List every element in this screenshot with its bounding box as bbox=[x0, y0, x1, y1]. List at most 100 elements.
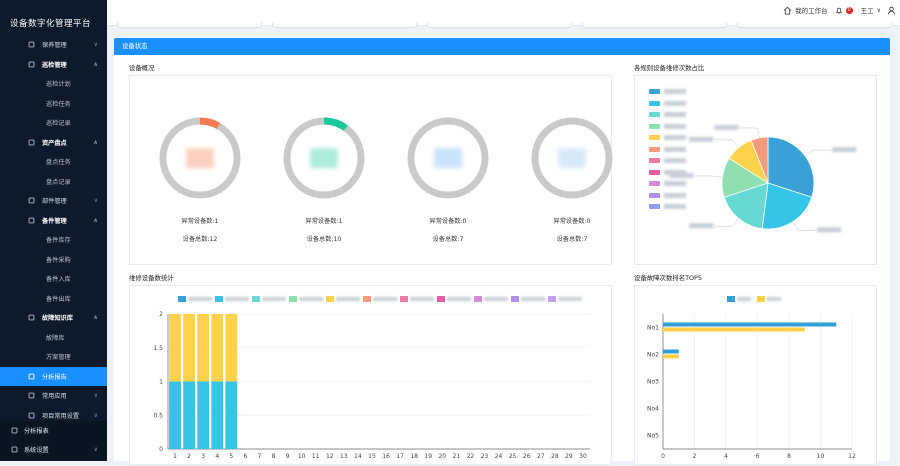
pie-slice-label bbox=[832, 147, 857, 153]
pie-label-line bbox=[714, 218, 739, 227]
x-tick-label: 13 bbox=[340, 453, 348, 460]
x-tick-label: 28 bbox=[551, 453, 559, 460]
sidebar-item-menu[interactable]: 分析报告 bbox=[0, 366, 107, 386]
x-tick-label: 1 bbox=[173, 453, 177, 460]
chevron-down-icon: ∨ bbox=[93, 446, 98, 454]
pie-label-line bbox=[805, 149, 832, 157]
gauge-total-label: 设备总数:7 bbox=[432, 236, 464, 243]
sidebar: 设备数字化管理平台 保养管理 ∨ 巡检管理 ∧ 巡检计划 巡检任务 巡检记录 资产盘点 ∧ 盘点任… bbox=[0, 0, 107, 461]
sidebar-item-sub[interactable]: 备件库存 bbox=[0, 230, 107, 250]
sidebar-item-menu[interactable]: 保养管理 ∨ bbox=[0, 35, 107, 55]
x-tick-label: 25 bbox=[509, 453, 517, 460]
tab-stub[interactable] bbox=[582, 22, 727, 28]
chevron-up-icon: ∧ bbox=[93, 138, 98, 146]
sidebar-item-sub[interactable]: 备件出库 bbox=[0, 289, 107, 309]
pie-slice-label bbox=[817, 227, 842, 233]
report-icon bbox=[11, 427, 18, 434]
sidebar-item-label: 备件采购 bbox=[46, 256, 71, 264]
legend-text bbox=[188, 297, 212, 301]
legend-text bbox=[558, 297, 582, 301]
bar bbox=[211, 314, 224, 382]
bar bbox=[663, 349, 679, 354]
pie-slice-label bbox=[689, 136, 714, 142]
apps-icon bbox=[28, 412, 35, 419]
sidebar-item-menu[interactable]: 分析报表 bbox=[0, 421, 107, 441]
legend-text bbox=[767, 297, 781, 301]
bar bbox=[169, 381, 181, 449]
sidebar-item-sub[interactable]: 备件入库 bbox=[0, 269, 107, 289]
sidebar-item-sub[interactable]: 备件采购 bbox=[0, 250, 107, 270]
x-tick-label: 4 bbox=[215, 453, 219, 460]
sidebar-item-label: 备件库存 bbox=[46, 237, 71, 245]
repair-bar-chart: 00.511.521 2 3 4 5 6 7 8 9 10 11 12 13 14 15 16 17 18 19 20… bbox=[153, 296, 590, 460]
bar bbox=[197, 314, 210, 382]
book-icon bbox=[28, 314, 35, 321]
home-icon[interactable] bbox=[783, 6, 792, 15]
legend-swatch bbox=[400, 296, 408, 302]
sidebar-item-label: 巡检计划 bbox=[46, 81, 71, 89]
sidebar-item-label: 盘点记录 bbox=[46, 178, 71, 186]
user-icon[interactable] bbox=[887, 6, 896, 15]
user-name[interactable]: 王工 bbox=[861, 5, 874, 15]
sidebar-item-sub[interactable]: 巡检计划 bbox=[0, 74, 107, 94]
sidebar-item-menu[interactable]: 部件管理 ∨ bbox=[0, 191, 107, 211]
y-tick-label: 0 bbox=[159, 446, 163, 453]
bar bbox=[197, 381, 210, 449]
legend-swatch bbox=[215, 296, 223, 302]
x-tick-label: 2 bbox=[693, 453, 697, 460]
sidebar-item-sub[interactable]: 巡检任务 bbox=[0, 94, 107, 114]
sidebar-item-menu[interactable]: 系统设置 ∨ bbox=[0, 440, 107, 460]
sidebar-item-sub[interactable]: 方案管理 bbox=[0, 347, 107, 367]
x-tick-label: 23 bbox=[481, 453, 489, 460]
x-tick-label: 17 bbox=[396, 453, 404, 460]
sidebar-item-label: 保养管理 bbox=[42, 42, 67, 50]
x-tick-label: 21 bbox=[453, 453, 461, 460]
legend-swatch bbox=[178, 296, 186, 302]
section-title-fault-rank: 设备故障次数排名TOP5 bbox=[634, 274, 702, 282]
tab-stub[interactable] bbox=[737, 22, 892, 28]
notification-badge: 0 bbox=[845, 6, 853, 14]
sidebar-item-label: 备件入库 bbox=[46, 276, 71, 284]
legend-text bbox=[299, 297, 323, 301]
gauge-abnormal-label: 异常设备数:1 bbox=[181, 218, 219, 225]
legend-text bbox=[262, 297, 286, 301]
sidebar-item-menu[interactable]: 备件管理 ∧ bbox=[0, 211, 107, 231]
x-tick-label: 4 bbox=[724, 453, 728, 460]
sidebar-item-menu[interactable]: 常用应用 ∨ bbox=[0, 386, 107, 406]
chevron-up-icon: ∧ bbox=[93, 60, 98, 68]
workbench-link[interactable]: 我的工作台 bbox=[795, 5, 828, 15]
tab-stub[interactable] bbox=[117, 22, 262, 28]
chevron-down-icon[interactable]: ∨ bbox=[877, 7, 881, 14]
wrench-icon bbox=[28, 197, 35, 204]
legend-text bbox=[737, 297, 751, 301]
bar bbox=[663, 354, 679, 359]
tab-stub[interactable] bbox=[272, 22, 417, 28]
y-tick-label: No4 bbox=[647, 406, 659, 413]
x-tick-label: 6 bbox=[756, 453, 760, 460]
legend-text bbox=[447, 297, 471, 301]
section-title-repair-stats: 维修设备数统计 bbox=[129, 274, 174, 282]
pie-label-line bbox=[792, 221, 817, 231]
x-tick-label: 24 bbox=[495, 453, 503, 460]
bell-icon[interactable] bbox=[835, 6, 843, 15]
y-tick-label: No5 bbox=[647, 433, 659, 440]
chevron-down-icon: ∨ bbox=[93, 411, 98, 419]
sidebar-item-menu[interactable]: 资产盘点 ∧ bbox=[0, 133, 107, 153]
pie-label-line bbox=[714, 139, 739, 148]
sidebar-item-label: 盘点任务 bbox=[46, 159, 71, 167]
sidebar-item-sub[interactable]: 盘点任务 bbox=[0, 152, 107, 172]
legend-text bbox=[484, 297, 508, 301]
tab-stub[interactable] bbox=[427, 22, 572, 28]
section-title-overview: 设备概况 bbox=[129, 64, 155, 72]
y-tick-label: 2 bbox=[159, 311, 163, 318]
sidebar-item-menu[interactable]: 巡检管理 ∧ bbox=[0, 55, 107, 75]
x-tick-label: 11 bbox=[312, 453, 320, 460]
chevron-up-icon: ∧ bbox=[93, 314, 98, 322]
sidebar-item-sub[interactable]: 巡检记录 bbox=[0, 113, 107, 133]
sidebar-item-sub[interactable]: 故障库 bbox=[0, 328, 107, 348]
sidebar-item-menu[interactable]: 故障知识库 ∧ bbox=[0, 308, 107, 328]
gauge-arc bbox=[199, 117, 221, 130]
x-tick-label: 7 bbox=[258, 453, 262, 460]
sidebar-item-sub[interactable]: 盘点记录 bbox=[0, 172, 107, 192]
pie-label-line bbox=[739, 127, 760, 138]
